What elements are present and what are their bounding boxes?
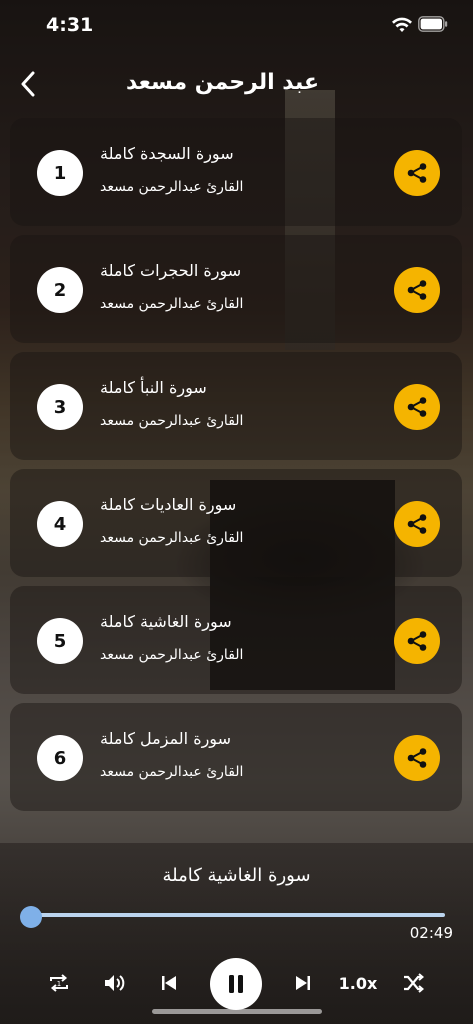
track-number: 1 [37, 150, 83, 196]
share-button[interactable] [394, 618, 440, 664]
share-icon [407, 748, 427, 768]
progress-track[interactable] [30, 913, 445, 917]
wifi-icon [392, 17, 412, 32]
share-button[interactable] [394, 384, 440, 430]
chevron-left-icon [21, 71, 35, 97]
status-bar: 4:31 [0, 0, 473, 50]
share-icon [407, 280, 427, 300]
track-card[interactable]: 1 سورة السجدة كاملة القارئ عبدالرحمن مسع… [10, 118, 462, 226]
track-reciter: القارئ عبدالرحمن مسعد [100, 413, 244, 429]
battery-icon [418, 16, 448, 32]
track-title: سورة السجدة كاملة [100, 144, 234, 163]
track-number: 5 [37, 618, 83, 664]
previous-icon [162, 976, 176, 990]
track-number: 3 [37, 384, 83, 430]
share-icon [407, 163, 427, 183]
header: عبد الرحمن مسعد [0, 62, 473, 106]
share-button[interactable] [394, 267, 440, 313]
track-number: 4 [37, 501, 83, 547]
repeat-button[interactable]: 1 [44, 970, 74, 996]
volume-button[interactable] [100, 970, 130, 996]
share-button[interactable] [394, 150, 440, 196]
track-card[interactable]: 2 سورة الحجرات كاملة القارئ عبدالرحمن مس… [10, 235, 462, 343]
volume-icon [105, 975, 125, 991]
track-card[interactable]: 5 سورة الغاشية كاملة القارئ عبدالرحمن مس… [10, 586, 462, 694]
track-title: سورة النبأ كاملة [100, 378, 207, 397]
track-title: سورة الحجرات كاملة [100, 261, 242, 280]
share-icon [407, 397, 427, 417]
now-playing-title: سورة الغاشية كاملة [162, 865, 311, 886]
track-title: سورة الغاشية كاملة [100, 612, 232, 631]
shuffle-icon [404, 973, 424, 993]
track-reciter: القارئ عبدالرحمن مسعد [100, 764, 244, 780]
track-number: 6 [37, 735, 83, 781]
track-reciter: القارئ عبدالرحمن مسعد [100, 296, 244, 312]
shuffle-button[interactable] [398, 970, 428, 996]
track-title: سورة المزمل كاملة [100, 729, 231, 748]
track-reciter: القارئ عبدالرحمن مسعد [100, 530, 244, 546]
home-indicator [152, 1009, 322, 1014]
track-card[interactable]: 4 سورة العاديات كاملة القارئ عبدالرحمن م… [10, 469, 462, 577]
track-title: سورة العاديات كاملة [100, 495, 237, 514]
status-time: 4:31 [46, 14, 94, 36]
track-card[interactable]: 3 سورة النبأ كاملة القارئ عبدالرحمن مسعد [10, 352, 462, 460]
share-icon [407, 514, 427, 534]
repeat-one-icon: 1 [50, 974, 68, 992]
player-controls: 1 1.0x [0, 958, 473, 1010]
share-icon [407, 631, 427, 651]
previous-button[interactable] [156, 970, 182, 996]
page-title: عبد الرحمن مسعد [125, 70, 319, 95]
track-card[interactable]: 6 سورة المزمل كاملة القارئ عبدالرحمن مسع… [10, 703, 462, 811]
audio-player: سورة الغاشية كاملة 02:49 1 1.0x [0, 843, 473, 1024]
progress-thumb[interactable] [20, 906, 42, 928]
svg-text:1: 1 [57, 980, 61, 988]
track-reciter: القارئ عبدالرحمن مسعد [100, 647, 244, 663]
share-button[interactable] [394, 735, 440, 781]
speed-button[interactable]: 1.0x [338, 970, 378, 996]
pause-icon [229, 975, 243, 993]
track-number: 2 [37, 267, 83, 313]
next-button[interactable] [290, 970, 316, 996]
pause-button[interactable] [210, 958, 262, 1010]
duration-label: 02:49 [409, 924, 453, 942]
share-button[interactable] [394, 501, 440, 547]
back-button[interactable] [12, 66, 44, 102]
track-reciter: القارئ عبدالرحمن مسعد [100, 179, 244, 195]
next-icon [296, 976, 310, 990]
